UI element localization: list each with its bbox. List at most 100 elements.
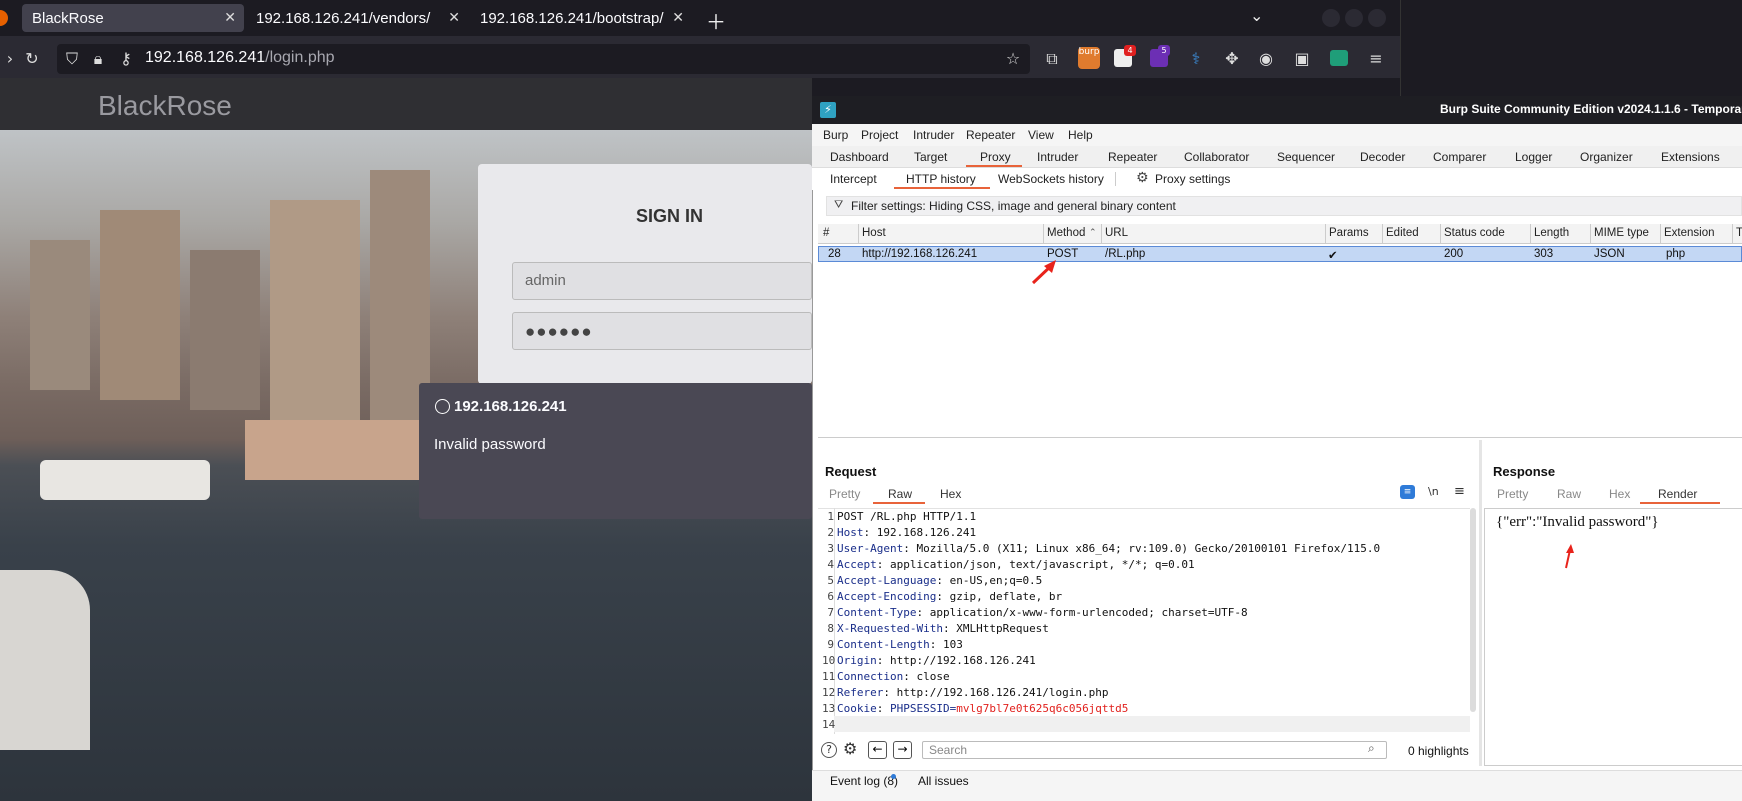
request-tab-pretty[interactable]: Pretty (829, 487, 860, 501)
all-issues-button[interactable]: All issues (918, 774, 969, 788)
col-edited[interactable]: Edited (1386, 227, 1419, 239)
burp-extension-icon[interactable]: burp (1078, 47, 1100, 69)
close-icon[interactable]: ✕ (224, 9, 236, 26)
pane-splitter[interactable] (818, 437, 1742, 438)
gear-icon[interactable]: ⚙ (843, 739, 857, 758)
extension-icon[interactable]: ◉ (1256, 49, 1276, 69)
close-icon[interactable]: ✕ (448, 9, 460, 26)
search-input[interactable]: Search (922, 741, 1387, 759)
cell-extension: php (1666, 248, 1686, 260)
subtab-http-history[interactable]: HTTP history (906, 172, 976, 186)
vertical-splitter[interactable] (1479, 440, 1482, 766)
header-value: application/json, text/javascript, */*; … (883, 558, 1195, 571)
col-url[interactable]: URL (1105, 227, 1128, 239)
help-icon[interactable]: ? (821, 742, 837, 758)
tab-comparer[interactable]: Comparer (1433, 150, 1486, 164)
menu-project[interactable]: Project (861, 128, 898, 142)
tab-repeater[interactable]: Repeater (1108, 150, 1157, 164)
tab-sequencer[interactable]: Sequencer (1277, 150, 1335, 164)
col-status-code[interactable]: Status code (1444, 227, 1505, 239)
forward-arrow-icon[interactable]: → (893, 741, 912, 759)
cell-url: /RL.php (1105, 248, 1146, 260)
request-tab-raw[interactable]: Raw (888, 487, 912, 501)
tab-dashboard[interactable]: Dashboard (830, 150, 889, 164)
red-arrow-annotation (1031, 260, 1056, 285)
request-tab-hex[interactable]: Hex (940, 487, 961, 501)
wrap-lines-icon[interactable]: ≡ (1400, 485, 1415, 499)
tab-blackrose[interactable]: BlackRose ✕ (22, 4, 244, 32)
col-length[interactable]: Length (1534, 227, 1569, 239)
tab-organizer[interactable]: Organizer (1580, 150, 1633, 164)
proxy-settings-button[interactable]: Proxy settings (1155, 172, 1230, 186)
menu-intruder[interactable]: Intruder (913, 128, 954, 142)
line-number: 1 (827, 510, 834, 523)
back-arrow-icon[interactable]: ← (868, 741, 887, 759)
menu-repeater[interactable]: Repeater (966, 128, 1015, 142)
tab-bootstrap[interactable]: 192.168.126.241/bootstrap/ ✕ (470, 4, 692, 32)
col-number[interactable]: # (823, 227, 829, 239)
response-tab-hex[interactable]: Hex (1609, 487, 1630, 501)
back-icon[interactable]: › (0, 49, 20, 69)
minimize-button[interactable] (1322, 9, 1340, 27)
extension-icon[interactable] (1330, 50, 1348, 66)
line-number: 10 (822, 654, 836, 667)
extensions-icon[interactable]: ⧉ (1042, 49, 1062, 69)
key-icon[interactable]: ⚷ (116, 49, 136, 69)
close-window-button[interactable] (1368, 9, 1386, 27)
subtab-intercept[interactable]: Intercept (830, 172, 877, 186)
col-extension[interactable]: Extension (1664, 227, 1715, 239)
menu-icon[interactable]: ≡ (1366, 49, 1386, 69)
newline-toggle-icon[interactable]: \n (1428, 485, 1439, 498)
col-t[interactable]: T (1736, 227, 1742, 239)
gear-icon[interactable]: ⚙ (1136, 170, 1149, 186)
menu-help[interactable]: Help (1068, 128, 1093, 142)
tab-extensions[interactable]: Extensions (1661, 150, 1720, 164)
tab-decoder[interactable]: Decoder (1360, 150, 1405, 164)
response-tab-raw[interactable]: Raw (1557, 487, 1581, 501)
extension-icon[interactable]: ⚕ (1186, 49, 1206, 69)
subtab-websockets-history[interactable]: WebSockets history (998, 172, 1104, 186)
tab-target[interactable]: Target (914, 150, 947, 164)
password-input[interactable]: ●●●●●● (512, 312, 812, 350)
extension-icon[interactable]: ▣ (1292, 49, 1312, 69)
tab-collaborator[interactable]: Collaborator (1184, 150, 1249, 164)
col-host[interactable]: Host (862, 227, 886, 239)
extension-icon[interactable]: ✥ (1222, 49, 1242, 69)
request-line: Content-Type: application/x-www-form-url… (837, 606, 1248, 619)
response-tab-render[interactable]: Render (1658, 487, 1697, 501)
building (190, 250, 260, 410)
username-input[interactable]: admin (512, 262, 812, 300)
reload-icon[interactable]: ↻ (22, 49, 42, 69)
tab-logger[interactable]: Logger (1515, 150, 1552, 164)
url-text[interactable]: 192.168.126.241/login.php (145, 49, 335, 67)
shield-icon[interactable]: ⛉ (62, 49, 82, 69)
col-mime-type[interactable]: MIME type (1594, 227, 1649, 239)
response-tab-pretty[interactable]: Pretty (1497, 487, 1528, 501)
cookie-value: mvlg7bl7e0t625q6c056jqttd5 (956, 702, 1129, 715)
line-number: 5 (827, 574, 834, 587)
chevron-down-icon[interactable]: ⌄ (1250, 6, 1263, 25)
tab-proxy[interactable]: Proxy (980, 150, 1011, 164)
filter-bar[interactable]: Filter settings: Hiding CSS, image and g… (826, 196, 1742, 216)
request-line: Host: 192.168.126.241 (837, 526, 977, 539)
star-icon[interactable]: ☆ (1003, 49, 1023, 69)
tab-vendors[interactable]: 192.168.126.241/vendors/ ✕ (246, 4, 468, 32)
scrollbar[interactable] (1470, 508, 1476, 712)
menu-view[interactable]: View (1028, 128, 1054, 142)
menu-burp[interactable]: Burp (823, 128, 848, 142)
building (100, 210, 180, 400)
header-value: XMLHttpRequest (949, 622, 1049, 635)
tab-intruder[interactable]: Intruder (1037, 150, 1078, 164)
maximize-button[interactable] (1345, 9, 1363, 27)
new-tab-plus-icon[interactable]: ＋ (706, 6, 726, 35)
header-name: Accept (837, 558, 877, 571)
col-params[interactable]: Params (1329, 227, 1369, 239)
lock-icon[interactable]: 🔒︎ (88, 49, 108, 69)
filter-text: Filter settings: Hiding CSS, image and g… (851, 199, 1176, 213)
col-method[interactable]: Method (1047, 227, 1085, 239)
search-icon[interactable]: ⌕ (1368, 741, 1375, 756)
menu-icon[interactable]: ≡ (1454, 484, 1465, 499)
event-log-button[interactable]: Event log (8) (830, 774, 898, 788)
close-icon[interactable]: ✕ (672, 9, 684, 26)
site-brand[interactable]: BlackRose (98, 90, 232, 122)
